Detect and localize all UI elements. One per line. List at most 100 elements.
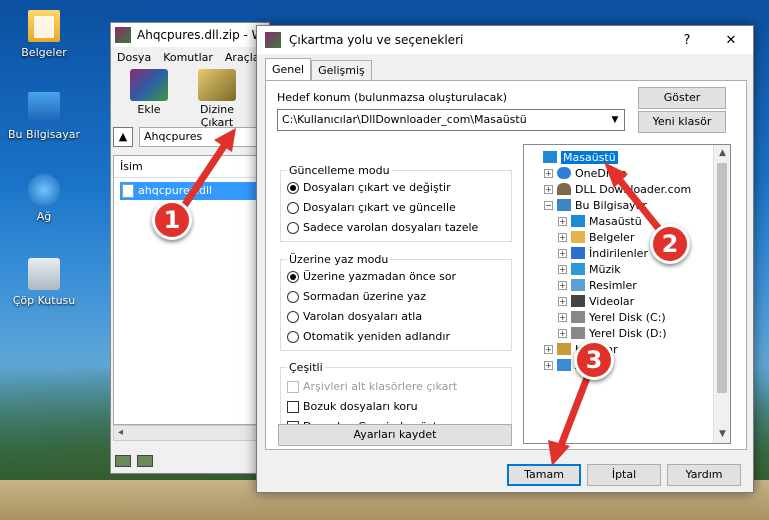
option-label: Üzerine yazmadan önce sor bbox=[303, 270, 457, 283]
tree-item[interactable]: + Videolar bbox=[558, 293, 634, 309]
scroll-up-icon[interactable]: ▲ bbox=[714, 145, 730, 162]
misc-option-keep-broken[interactable]: Bozuk dosyaları koru bbox=[287, 400, 418, 413]
dialog-title: Çıkartma yolu ve seçenekleri bbox=[289, 33, 464, 47]
misc-title: Çeşitli bbox=[287, 361, 325, 374]
tree-item-label: Müzik bbox=[589, 262, 621, 276]
desktop-icon-label: Ağ bbox=[36, 210, 52, 223]
tree-item[interactable]: Masaüstü bbox=[530, 149, 618, 165]
desktop-icon bbox=[571, 215, 585, 227]
archive-path-box[interactable]: Ahqcpures bbox=[139, 127, 267, 147]
desktop-icon-this-pc[interactable]: Bu Bilgisayar bbox=[4, 92, 84, 141]
help-button[interactable]: Yardım bbox=[667, 464, 741, 486]
winrar-title-bar[interactable]: Ahqcpures.dll.zip - W bbox=[111, 23, 269, 47]
radio-selected[interactable] bbox=[287, 270, 299, 283]
cancel-button[interactable]: İptal bbox=[587, 464, 661, 486]
tree-expander-icon[interactable]: + bbox=[558, 232, 567, 242]
onedrive-icon bbox=[557, 167, 571, 179]
menu-item-tools[interactable]: Araçla bbox=[225, 51, 260, 64]
winrar-menu-bar: Dosya Komutlar Araçla bbox=[111, 47, 269, 67]
winrar-window[interactable]: Ahqcpures.dll.zip - W Dosya Komutlar Ara… bbox=[110, 22, 270, 474]
add-button-label: Ekle bbox=[137, 103, 161, 116]
option-label: Sadece varolan dosyaları tazele bbox=[303, 221, 479, 234]
tree-item[interactable]: + Masaüstü bbox=[558, 213, 642, 229]
close-icon[interactable]: ✕ bbox=[709, 26, 753, 54]
update-option-extract-update[interactable]: Dosyaları çıkart ve güncelle bbox=[287, 201, 456, 214]
tree-expander-icon[interactable]: + bbox=[544, 360, 553, 370]
save-settings-button[interactable]: Ayarları kaydet bbox=[278, 424, 512, 446]
checkbox[interactable] bbox=[287, 400, 299, 413]
radio[interactable] bbox=[287, 310, 299, 323]
tree-expander-icon[interactable]: + bbox=[558, 264, 567, 274]
radio[interactable] bbox=[287, 221, 299, 234]
tree-item[interactable]: + İndirilenler bbox=[558, 245, 648, 261]
update-option-extract-replace[interactable]: Dosyaları çıkart ve değiştir bbox=[287, 181, 451, 194]
file-row-selected[interactable]: ahqcpures.dll bbox=[120, 182, 266, 200]
drive-status-icon bbox=[115, 455, 131, 467]
option-label: Otomatik yeniden adlandır bbox=[303, 330, 450, 343]
network-icon bbox=[28, 174, 60, 206]
tree-item[interactable]: − Bu Bilgisayar bbox=[544, 197, 647, 213]
tree-item[interactable]: + Resimler bbox=[558, 277, 637, 293]
overwrite-option-rename[interactable]: Otomatik yeniden adlandır bbox=[287, 330, 450, 343]
ok-button[interactable]: Tamam bbox=[507, 464, 581, 486]
tree-expander-icon[interactable]: + bbox=[558, 248, 567, 258]
menu-item-file[interactable]: Dosya bbox=[117, 51, 151, 64]
dialog-title-bar[interactable]: Çıkartma yolu ve seçenekleri ? ✕ bbox=[257, 26, 753, 54]
disk-icon bbox=[571, 327, 585, 339]
desktop-icon-recycle-bin[interactable]: Çöp Kutusu bbox=[4, 258, 84, 307]
desktop-icon-documents[interactable]: Belgeler bbox=[4, 10, 84, 59]
overwrite-option-ask[interactable]: Üzerine yazmadan önce sor bbox=[287, 270, 456, 283]
tree-expander-icon[interactable]: + bbox=[558, 280, 567, 290]
up-folder-button[interactable]: ▲ bbox=[113, 127, 133, 147]
radio[interactable] bbox=[287, 290, 299, 303]
tree-expander-icon[interactable]: − bbox=[544, 200, 553, 210]
folder-tree[interactable]: Masaüstü + OneDrive + DLL Downloader.com − Bu … bbox=[523, 144, 731, 444]
menu-item-commands[interactable]: Komutlar bbox=[163, 51, 213, 64]
option-label: Arşivleri alt klasörlere çıkart bbox=[303, 380, 458, 393]
tree-item[interactable]: + OneDrive bbox=[544, 165, 627, 181]
videos-icon bbox=[571, 295, 585, 307]
help-title-button[interactable]: ? bbox=[665, 26, 709, 54]
tree-item-label: Belgeler bbox=[589, 230, 635, 244]
horizontal-scrollbar[interactable]: ◂ bbox=[113, 425, 267, 441]
update-option-freshen[interactable]: Sadece varolan dosyaları tazele bbox=[287, 221, 478, 234]
tree-item[interactable]: + Yerel Disk (D:) bbox=[558, 325, 667, 341]
tree-item[interactable]: + DLL Downloader.com bbox=[544, 181, 691, 197]
overwrite-option-skip[interactable]: Varolan dosyaları atla bbox=[287, 310, 422, 323]
tree-item-label: Videolar bbox=[589, 294, 635, 308]
tree-expander-icon[interactable]: + bbox=[558, 328, 567, 338]
add-button[interactable]: Ekle bbox=[119, 69, 179, 119]
tree-item-label: Bu Bilgisayar bbox=[575, 198, 647, 212]
destination-path-combo[interactable]: C:\Kullanıcılar\DllDownloader_com\Masaüs… bbox=[277, 109, 625, 131]
destination-path-value: C:\Kullanıcılar\DllDownloader_com\Masaüs… bbox=[282, 113, 527, 126]
tree-expander-icon[interactable]: + bbox=[558, 312, 567, 322]
archive-file-list[interactable]: İsim ahqcpures.dll bbox=[113, 155, 267, 425]
tree-item[interactable]: + Müzik bbox=[558, 261, 621, 277]
tree-item-label: Masaüstü bbox=[589, 214, 642, 228]
radio-selected[interactable] bbox=[287, 181, 299, 194]
tree-item[interactable]: + Belgeler bbox=[558, 229, 634, 245]
vertical-scrollbar[interactable]: ▲ ▼ bbox=[713, 145, 730, 443]
tab-advanced[interactable]: Gelişmiş bbox=[311, 60, 372, 80]
tree-item[interactable]: + Yerel Disk (C:) bbox=[558, 309, 666, 325]
show-button[interactable]: Göster bbox=[638, 87, 726, 109]
desktop-icon-network[interactable]: Ağ bbox=[4, 174, 84, 223]
chevron-down-icon[interactable]: ▼ bbox=[606, 110, 624, 130]
scroll-down-icon[interactable]: ▼ bbox=[714, 426, 730, 443]
tree-expander-icon[interactable]: + bbox=[544, 344, 553, 354]
overwrite-mode-title: Üzerine yaz modu bbox=[287, 253, 391, 266]
new-folder-button[interactable]: Yeni klasör bbox=[638, 111, 726, 133]
scroll-thumb[interactable] bbox=[717, 163, 727, 393]
tab-general[interactable]: Genel bbox=[265, 58, 312, 80]
overwrite-option-without-prompt[interactable]: Sormadan üzerine yaz bbox=[287, 290, 426, 303]
extract-to-button[interactable]: Dizine Çıkart bbox=[187, 69, 247, 129]
tree-expander-icon[interactable]: + bbox=[558, 216, 567, 226]
tree-expander-icon[interactable]: + bbox=[544, 184, 553, 194]
this-pc-icon bbox=[557, 199, 571, 211]
radio[interactable] bbox=[287, 201, 299, 214]
tree-expander-icon[interactable]: + bbox=[558, 296, 567, 306]
tree-expander-icon[interactable]: + bbox=[544, 168, 553, 178]
radio[interactable] bbox=[287, 330, 299, 343]
option-label: Dosyaları çıkart ve güncelle bbox=[303, 201, 456, 214]
column-header-name[interactable]: İsim bbox=[114, 156, 266, 178]
